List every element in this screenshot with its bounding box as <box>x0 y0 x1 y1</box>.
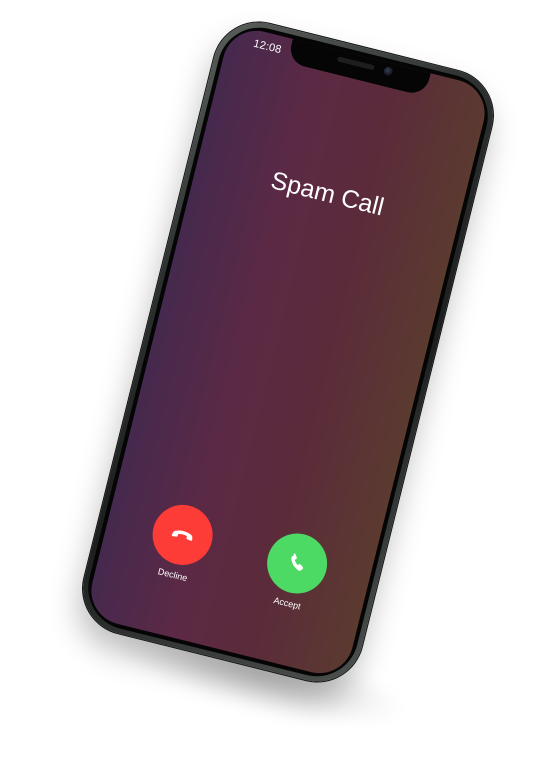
decline-label: Decline <box>156 566 189 584</box>
status-bar-time: 12:08 <box>252 37 283 57</box>
caller-name: Spam Call <box>268 166 387 222</box>
phone-hangup-icon <box>166 518 200 552</box>
mockup-stage: 12:08 Spam Call Decline Accept <box>0 0 545 759</box>
phone-frame: 12:08 Spam Call Decline Accept <box>73 12 503 692</box>
decline-button[interactable] <box>146 498 219 572</box>
accept-button[interactable] <box>260 527 334 600</box>
phone-icon <box>283 549 312 578</box>
accept-label: Accept <box>272 595 302 612</box>
front-camera <box>382 65 394 77</box>
earpiece-speaker <box>336 56 375 71</box>
